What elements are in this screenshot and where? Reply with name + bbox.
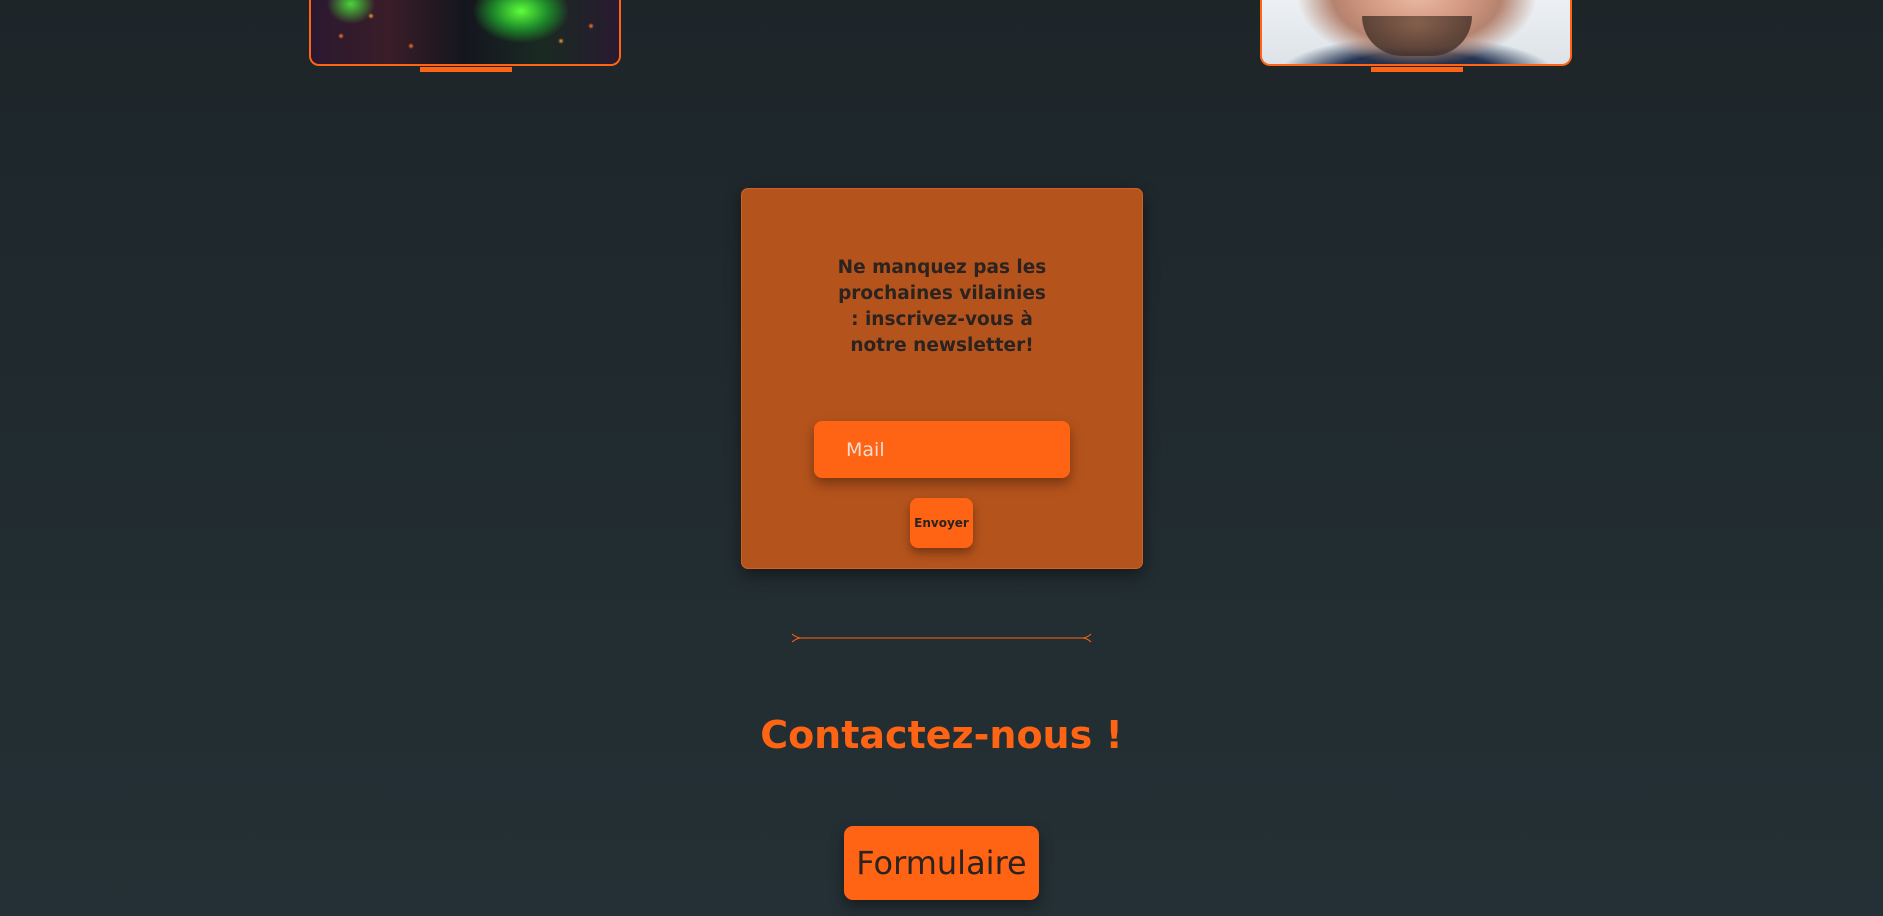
portrait-card-underline [1371, 67, 1463, 72]
email-input[interactable] [814, 421, 1070, 478]
newsletter-title: Ne manquez pas les prochaines vilainies … [837, 257, 1047, 356]
send-button[interactable]: Envoyer [910, 498, 973, 548]
contact-form-button[interactable]: Formulaire [844, 826, 1039, 900]
portrait-beard-detail [1362, 16, 1472, 56]
villain-card-underline [420, 67, 512, 72]
portrait-card-image[interactable] [1260, 0, 1572, 66]
ember-particles [311, 0, 619, 64]
section-divider [791, 633, 1092, 643]
contact-title: Contactez-nous ! [760, 713, 1123, 757]
villain-card-image[interactable] [309, 0, 621, 66]
newsletter-card: Ne manquez pas les prochaines vilainies … [741, 188, 1143, 569]
